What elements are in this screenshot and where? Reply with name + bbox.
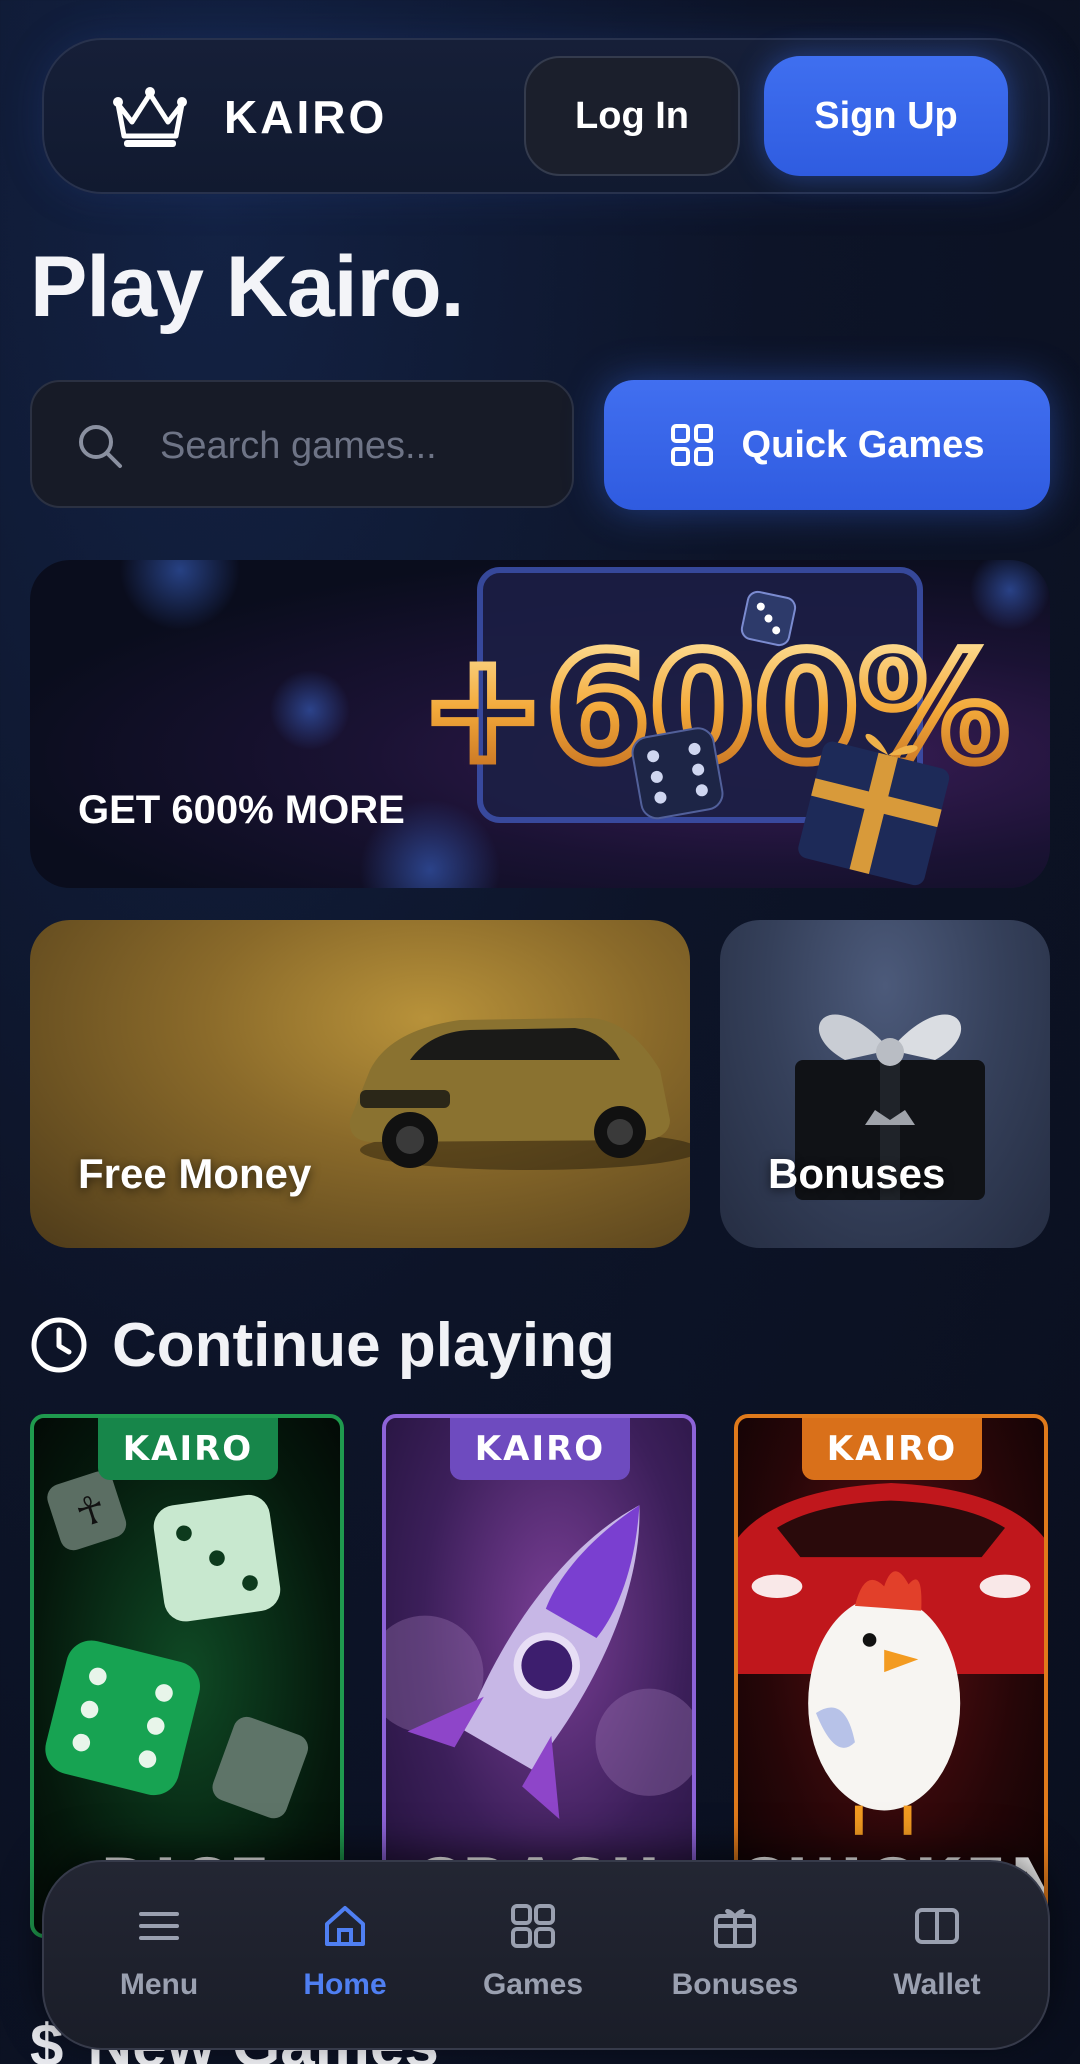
nav-label: Wallet	[893, 1968, 981, 2001]
nav-item-wallet[interactable]: Wallet	[852, 1902, 1022, 2022]
tile-brand-badge: KAIRO	[450, 1418, 630, 1480]
nav-item-games[interactable]: Games	[448, 1902, 618, 2022]
grid-icon	[670, 424, 713, 466]
nav-label: Games	[482, 1968, 584, 2001]
nav-label: Home	[303, 1968, 387, 2001]
free-money-card[interactable]: Free Money	[30, 920, 690, 1248]
menu-icon	[139, 1912, 179, 1940]
continue-playing-heading: Continue playing	[30, 1310, 615, 1380]
gift-box-image	[795, 1014, 985, 1200]
bottom-navigation: Menu Home Games Bonuses Wallet	[42, 1860, 1050, 2050]
signup-button[interactable]: Sign Up	[764, 56, 1008, 176]
bonuses-label: Bonuses	[768, 1150, 946, 1197]
nav-item-home[interactable]: Home	[260, 1902, 430, 2022]
bonuses-card[interactable]: Bonuses	[720, 920, 1050, 1248]
clock-icon	[31, 1317, 87, 1373]
nav-item-bonuses[interactable]: Bonuses	[650, 1902, 820, 2022]
nav-item-menu[interactable]: Menu	[74, 1902, 244, 2022]
promo-label: GET 600% MORE	[78, 788, 405, 832]
promo-banner[interactable]: +600% GET 600% MORE	[30, 560, 1050, 888]
search-input[interactable]	[160, 412, 550, 480]
top-header: KAIRO Log In Sign Up	[42, 38, 1050, 194]
section-title: Continue playing	[112, 1310, 615, 1380]
page-title: Play Kairo.	[30, 239, 465, 335]
quick-games-button[interactable]: Quick Games	[604, 380, 1050, 510]
home-icon	[325, 1906, 365, 1946]
nav-label: Bonuses	[671, 1968, 799, 2001]
login-button[interactable]: Log In	[524, 56, 740, 176]
search-box[interactable]	[30, 380, 574, 508]
nav-label: Menu	[119, 1968, 199, 2001]
brand-name: KAIRO	[224, 91, 388, 143]
crown-icon	[113, 87, 187, 147]
promo-artwork: +600%	[120, 560, 1050, 888]
gift-icon	[714, 1909, 756, 1948]
tile-brand-badge: KAIRO	[98, 1418, 278, 1480]
quick-games-label: Quick Games	[741, 423, 985, 466]
wallet-icon	[915, 1908, 959, 1944]
free-money-label: Free Money	[78, 1150, 312, 1197]
search-icon	[79, 425, 122, 468]
grid-icon	[511, 1904, 555, 1948]
tile-brand-badge: KAIRO	[802, 1418, 982, 1480]
car-image	[349, 1018, 690, 1170]
